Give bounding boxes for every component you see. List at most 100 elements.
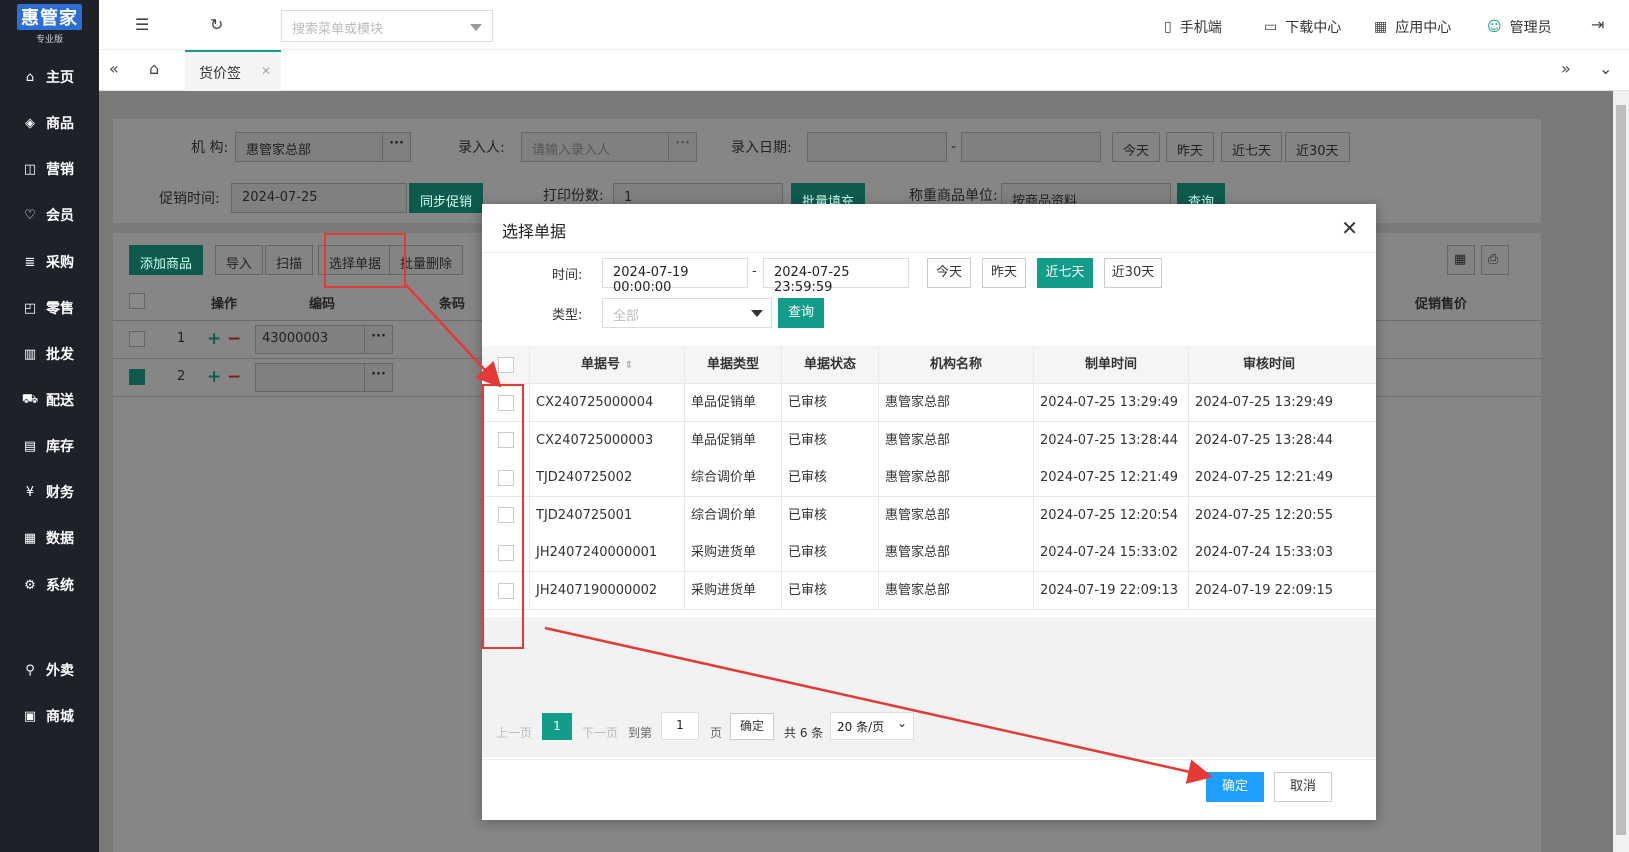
next-page-button[interactable]: 下一页: [582, 724, 618, 741]
remove-row-icon[interactable]: −: [227, 367, 241, 387]
close-icon[interactable]: ✕: [261, 64, 271, 78]
cancel-button[interactable]: 取消: [1274, 772, 1332, 802]
more-icon[interactable]: ···: [668, 133, 696, 161]
last-7-days-button[interactable]: 近七天: [1221, 132, 1283, 162]
cell-doc-type: 综合调价单: [685, 459, 782, 498]
org-label: 机 构:: [191, 140, 229, 156]
cell-review-time: 2024-07-19 22:09:15: [1195, 583, 1334, 598]
sort-icon[interactable]: ⇕: [625, 360, 633, 371]
print-icon[interactable]: ⎙: [1481, 245, 1509, 275]
start-time-input[interactable]: 2024-07-19 00:00:00: [602, 258, 748, 295]
entry-date-end[interactable]: [961, 132, 1101, 162]
table-row[interactable]: CX240725000003 单品促销单 已审核 惠管家总部 2024-07-25 13…: [482, 421, 1376, 460]
select-all-checkbox[interactable]: [129, 293, 145, 309]
sidebar-item-truck[interactable]: ⛟ 配送: [0, 377, 99, 423]
sidebar-item-bag[interactable]: ◰ 零售: [0, 285, 99, 331]
add-product-button[interactable]: 添加商品: [129, 245, 204, 275]
import-button[interactable]: 导入: [215, 245, 264, 275]
tabs-scroll-left-icon[interactable]: «: [109, 59, 119, 78]
menu-collapse-icon[interactable]: ☰: [135, 15, 149, 34]
col-doc-number[interactable]: 单据号 ⇕: [530, 346, 685, 384]
modal-last-7-days-button[interactable]: 近七天: [1037, 258, 1093, 288]
page-1-button[interactable]: 1: [542, 713, 572, 740]
add-row-icon[interactable]: +: [207, 329, 221, 349]
close-icon[interactable]: ✕: [1341, 216, 1358, 240]
date-separator: -: [951, 139, 957, 155]
entry-date-start[interactable]: [807, 132, 947, 162]
sidebar-item-settings[interactable]: ⚙ 系统: [0, 562, 99, 608]
promo-time-field[interactable]: 2024-07-25: [231, 183, 407, 213]
table-row[interactable]: TJD240725002 综合调价单 已审核 惠管家总部 2024-07-25 12:2…: [482, 459, 1376, 498]
confirm-button[interactable]: 确定: [1206, 772, 1264, 802]
sidebar-item-shop[interactable]: ▣ 商城: [0, 693, 99, 739]
yesterday-button[interactable]: 昨天: [1166, 132, 1215, 162]
user-menu[interactable]: ☺ 管理员: [1487, 17, 1552, 37]
table-row[interactable]: CX240725000004 单品促销单 已审核 惠管家总部 2024-07-25 13…: [482, 384, 1376, 422]
tabs-scroll-right-icon[interactable]: »: [1561, 59, 1571, 78]
print-copies-label: 打印份数:: [543, 188, 604, 204]
sidebar-item-label: 配送: [46, 393, 74, 409]
modal-query-button[interactable]: 查询: [778, 298, 824, 328]
cell-created-time: 2024-07-25 13:28:44: [1034, 421, 1189, 460]
end-time-input[interactable]: 2024-07-25 23:59:59: [763, 258, 909, 295]
more-icon[interactable]: ···: [364, 326, 392, 354]
goto-label: 到第: [628, 726, 653, 740]
page-size-select[interactable]: 20 条/页 ⌄: [830, 712, 914, 740]
home-tab-icon[interactable]: ⌂: [149, 59, 159, 78]
org-field[interactable]: 惠管家总部 ···: [235, 132, 411, 162]
sidebar-item-chart[interactable]: ◫ 营销: [0, 146, 99, 192]
last-30-days-button[interactable]: 近30天: [1285, 132, 1350, 162]
tab-price-label[interactable]: 货价签 ✕: [185, 50, 281, 91]
download-center-link[interactable]: ▭ 下载中心: [1264, 17, 1341, 37]
grid-icon: ▦: [1374, 19, 1388, 35]
chevron-down-icon: [470, 24, 482, 31]
scan-button[interactable]: 扫描: [265, 245, 314, 275]
mobile-link[interactable]: ▯ 手机端: [1164, 17, 1222, 37]
cell-review-time: 2024-07-25 12:20:55: [1195, 507, 1334, 523]
col-barcode: 条码: [439, 297, 466, 312]
sidebar-item-inventory[interactable]: ▤ 库存: [0, 423, 99, 469]
sidebar-item-heart[interactable]: ♡ 会员: [0, 192, 99, 238]
page-scrollbar[interactable]: [1613, 91, 1629, 852]
sync-promo-button[interactable]: 同步促销: [409, 183, 484, 213]
code-input[interactable]: ···: [255, 363, 393, 392]
today-button[interactable]: 今天: [1112, 132, 1161, 162]
row-checkbox[interactable]: [129, 369, 145, 385]
select-all-checkbox[interactable]: [497, 356, 514, 373]
sidebar-item-home[interactable]: ⌂ 主页: [0, 54, 99, 100]
chart-icon: ◫: [23, 161, 37, 177]
refresh-icon[interactable]: ↻: [210, 15, 223, 34]
cell-doc-status: 已审核: [782, 496, 879, 535]
page-confirm-button[interactable]: 确定: [730, 713, 774, 740]
page-input[interactable]: 1: [661, 712, 699, 740]
code-input[interactable]: 43000003 ···: [255, 325, 393, 354]
cell-doc-type: 采购进货单: [685, 534, 782, 573]
menu-search-input[interactable]: 搜索菜单或模块: [281, 10, 493, 42]
sidebar-item-box[interactable]: ◈ 商品: [0, 100, 99, 146]
more-icon[interactable]: ···: [364, 364, 392, 392]
sidebar-item-building[interactable]: ▥ 批发: [0, 331, 99, 377]
modal-last-30-days-button[interactable]: 近30天: [1104, 258, 1162, 288]
modal-today-button[interactable]: 今天: [927, 258, 971, 288]
sidebar-item-bike[interactable]: ⚲ 外卖: [0, 647, 99, 693]
weigh-unit-label: 称重商品单位:: [909, 188, 998, 204]
sidebar-item-list[interactable]: ≣ 采购: [0, 239, 99, 285]
columns-icon[interactable]: ▦: [1447, 245, 1475, 275]
row-checkbox[interactable]: [129, 331, 145, 347]
add-row-icon[interactable]: +: [207, 367, 221, 387]
sidebar-item-yen[interactable]: ¥ 财务: [0, 469, 99, 515]
type-select[interactable]: 全部: [602, 298, 772, 328]
logout-icon[interactable]: ⇥: [1591, 15, 1604, 34]
table-row[interactable]: JH2407190000002 采购进货单 已审核 惠管家总部 2024-07-19 2…: [482, 572, 1376, 610]
chevron-down-icon[interactable]: ⌄: [1599, 59, 1612, 78]
table-row[interactable]: TJD240725001 综合调价单 已审核 惠管家总部 2024-07-25 12:2…: [482, 496, 1376, 535]
entry-person-field[interactable]: 请输入录入人 ···: [521, 132, 697, 162]
sidebar-item-data[interactable]: ▦ 数据: [0, 515, 99, 561]
cell-doc-number: CX240725000004: [530, 384, 685, 422]
more-icon[interactable]: ···: [382, 133, 410, 161]
remove-row-icon[interactable]: −: [227, 329, 241, 349]
app-center-link[interactable]: ▦ 应用中心: [1374, 17, 1451, 37]
prev-page-button[interactable]: 上一页: [496, 724, 532, 741]
modal-yesterday-button[interactable]: 昨天: [982, 258, 1026, 288]
table-row[interactable]: JH2407240000001 采购进货单 已审核 惠管家总部 2024-07-24 1…: [482, 534, 1376, 573]
